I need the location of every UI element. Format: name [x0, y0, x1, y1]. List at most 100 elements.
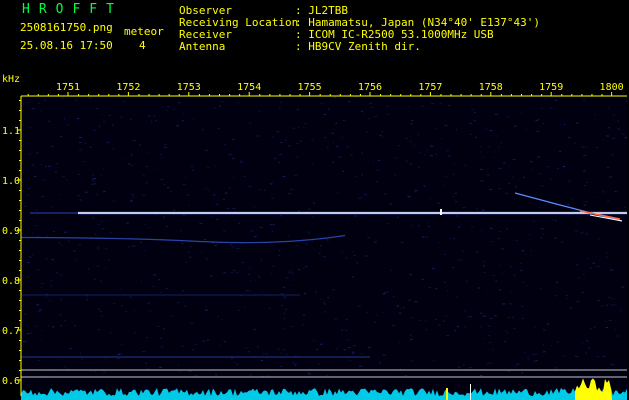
noise-speck [233, 269, 236, 271]
noise-speck [40, 286, 42, 288]
noise-speck [296, 143, 300, 145]
noise-speck [554, 220, 558, 221]
noise-speck [292, 362, 294, 364]
noise-speck [325, 238, 328, 240]
noise-speck [407, 196, 411, 198]
noise-speck [163, 216, 166, 218]
noise-speck [98, 308, 101, 310]
noise-speck [27, 102, 30, 103]
noise-speck [489, 189, 492, 191]
noise-speck [494, 113, 498, 115]
noise-speck [47, 325, 49, 327]
y-minor-tick [19, 100, 21, 101]
noise-speck [482, 157, 485, 158]
noise-speck [510, 266, 513, 268]
noise-speck [283, 312, 286, 314]
noise-speck [140, 280, 143, 282]
noise-speck [91, 179, 95, 181]
noise-speck [236, 272, 238, 274]
x-minor-tick [601, 94, 603, 96]
noise-speck [124, 157, 127, 159]
noise-speck [483, 265, 486, 267]
noise-speck [61, 245, 63, 246]
noise-speck [58, 242, 61, 244]
noise-speck [512, 176, 515, 178]
noise-speck [257, 346, 259, 348]
noise-speck [482, 315, 486, 317]
noise-speck [487, 174, 489, 176]
noise-speck [85, 142, 87, 144]
noise-speck [407, 106, 410, 108]
noise-speck [542, 351, 546, 353]
noise-speck [216, 218, 219, 220]
noise-speck [234, 361, 236, 363]
noise-speck [27, 194, 29, 196]
noise-speck [253, 206, 256, 208]
noise-speck [109, 231, 112, 233]
noise-speck [240, 161, 244, 163]
noise-speck [184, 305, 186, 307]
noise-speck [64, 320, 66, 321]
noise-speck [565, 295, 568, 296]
noise-speck [307, 372, 311, 374]
x-minor-tick [591, 94, 593, 96]
x-minor-tick [279, 94, 281, 96]
noise-speck [538, 173, 542, 175]
noise-speck [498, 168, 502, 169]
y-minor-tick [19, 350, 21, 351]
noise-speck [153, 274, 157, 276]
noise-speck [182, 113, 185, 115]
x-minor-tick [470, 94, 472, 96]
noise-speck [192, 118, 195, 120]
noise-speck [506, 116, 509, 118]
x-tick-label: 1800 [600, 82, 624, 93]
noise-speck [325, 374, 329, 376]
noise-speck [39, 309, 43, 311]
x-minor-tick [269, 94, 271, 96]
noise-speck [28, 153, 31, 155]
noise-speck [130, 199, 133, 201]
noise-speck [256, 135, 260, 137]
noise-speck [497, 146, 500, 148]
noise-speck [495, 135, 498, 137]
noise-speck [546, 323, 550, 325]
noise-speck [230, 244, 233, 246]
noise-speck [298, 126, 300, 128]
noise-speck [555, 295, 558, 297]
y-minor-tick [19, 260, 21, 261]
noise-speck [505, 330, 507, 332]
noise-speck [334, 96, 337, 98]
noise-speck [570, 198, 573, 200]
noise-speck [536, 130, 540, 132]
noise-speck [117, 358, 120, 360]
noise-speck [387, 223, 390, 225]
noise-speck [238, 309, 241, 311]
noise-speck [129, 119, 132, 121]
noise-speck [312, 202, 315, 204]
noise-speck [317, 363, 321, 365]
noise-speck [113, 200, 115, 202]
noise-speck [163, 184, 166, 186]
noise-speck [535, 360, 538, 362]
noise-speck [492, 275, 496, 276]
y-minor-tick [19, 190, 21, 191]
noise-speck [414, 190, 416, 192]
noise-speck [583, 204, 587, 206]
noise-speck [105, 248, 107, 249]
x-minor-tick [440, 94, 442, 96]
noise-speck [103, 191, 106, 193]
noise-speck [503, 162, 506, 164]
x-minor-tick [148, 94, 150, 96]
noise-speck [454, 192, 457, 194]
x-tick-label: 1758 [479, 82, 503, 93]
noise-speck [228, 187, 231, 189]
noise-speck [202, 340, 205, 342]
noise-speck [232, 158, 235, 160]
noise-speck [405, 160, 408, 162]
noise-speck [517, 363, 519, 365]
noise-speck [430, 155, 433, 157]
noise-speck [587, 214, 590, 216]
noise-speck [133, 310, 135, 312]
noise-speck [421, 278, 424, 280]
noise-speck [365, 255, 368, 257]
